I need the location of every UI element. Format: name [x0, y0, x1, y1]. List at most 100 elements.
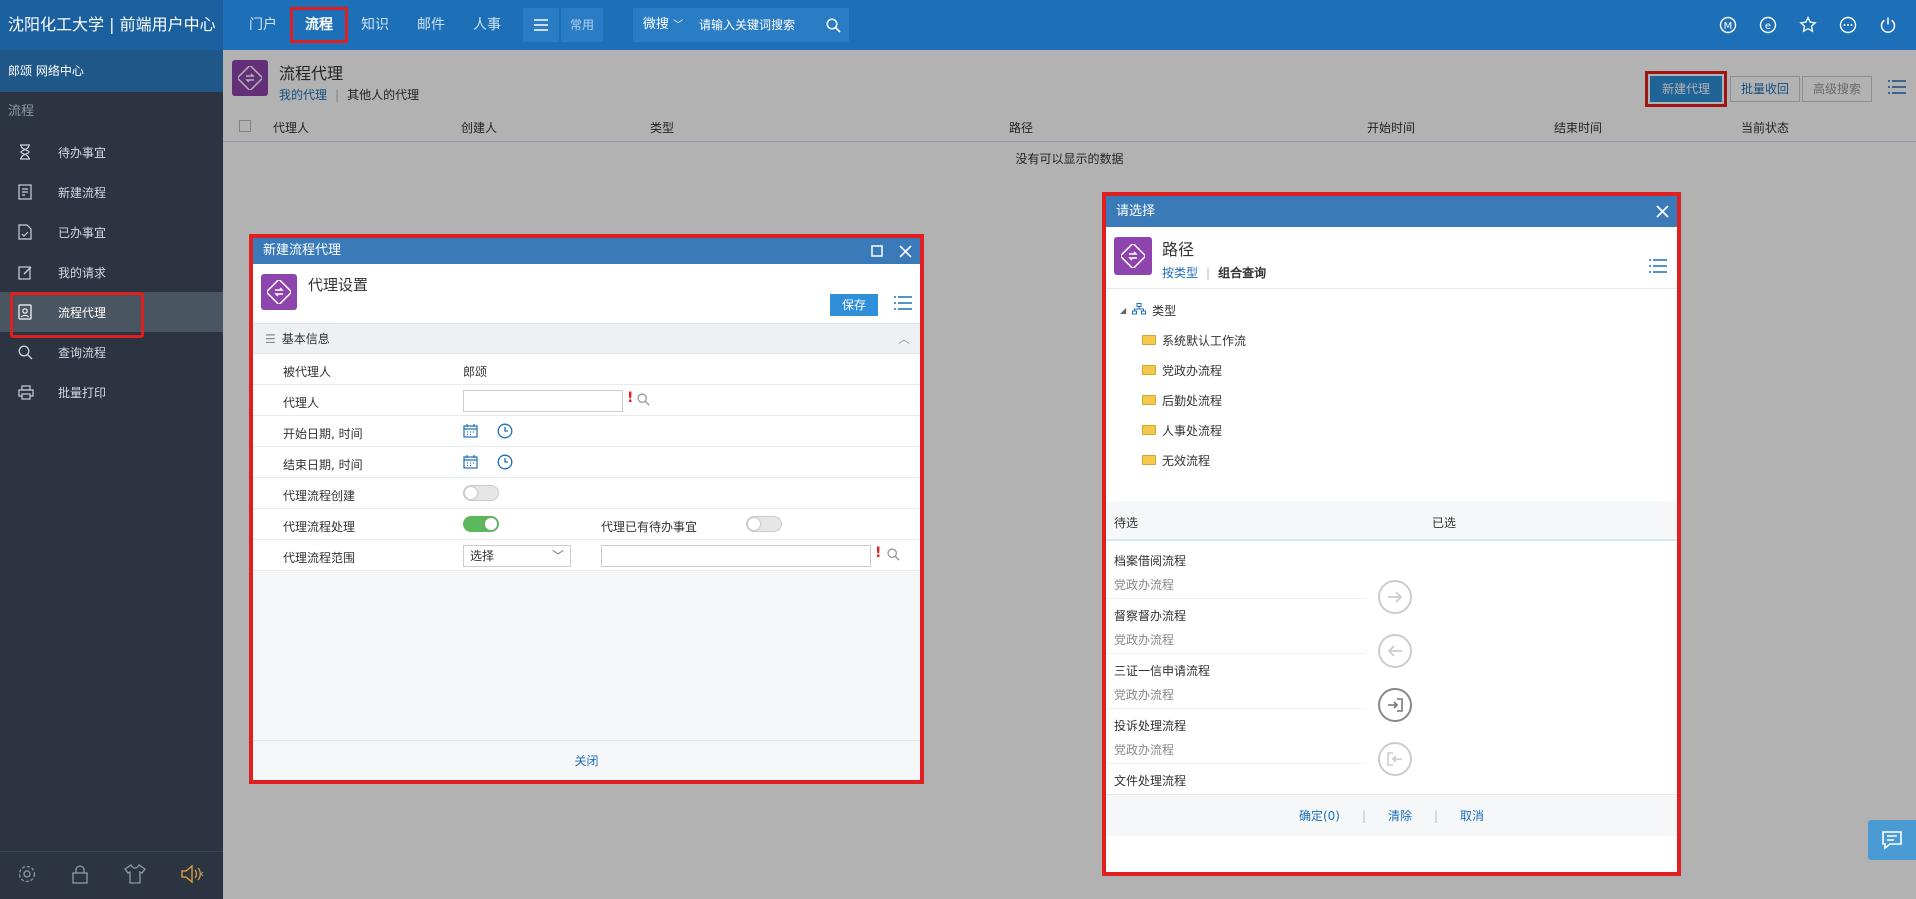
- search-icon[interactable]: [887, 548, 900, 564]
- proxy-icon: [18, 304, 40, 320]
- maximize-icon[interactable]: [864, 238, 890, 264]
- new-proxy-dialog: 新建流程代理 代理设置 保存 ☰ 基本信息 ︿ 被代理人 郎颂 代理人 ! 开始日…: [249, 234, 924, 784]
- shirt-icon[interactable]: [123, 863, 146, 888]
- calendar-icon[interactable]: [463, 424, 478, 441]
- search-button[interactable]: [817, 8, 849, 42]
- sidebar-item-label: 新建流程: [58, 185, 107, 200]
- triangle-down-icon[interactable]: ◢: [1120, 306, 1126, 315]
- folder-icon: [1142, 365, 1156, 375]
- more-icon[interactable]: [1828, 0, 1868, 50]
- handle-toggle[interactable]: [463, 516, 499, 532]
- create-toggle[interactable]: [463, 485, 499, 501]
- tree-node-label: 党政办流程: [1162, 363, 1223, 378]
- nav-workflow[interactable]: 流程: [290, 7, 348, 43]
- search-scope-select[interactable]: 微搜 ﹀: [633, 8, 693, 42]
- tab-combined-query[interactable]: 组合查询: [1218, 266, 1266, 280]
- scope-input[interactable]: [601, 545, 871, 567]
- field-label: 代理流程创建: [283, 489, 356, 503]
- gear-icon[interactable]: [17, 864, 37, 888]
- tab-by-type[interactable]: 按类型: [1162, 266, 1198, 280]
- tree-node[interactable]: 系统默认工作流: [1106, 325, 1677, 355]
- nav-knowledge[interactable]: 知识: [347, 8, 403, 42]
- power-icon[interactable]: [1868, 0, 1908, 50]
- clear-button[interactable]: 清除: [1388, 807, 1412, 824]
- arrow-left-icon[interactable]: [1378, 634, 1412, 668]
- e-circle-icon[interactable]: e: [1748, 0, 1788, 50]
- arrow-right-icon[interactable]: [1378, 580, 1412, 614]
- tree-node[interactable]: 人事处流程: [1106, 415, 1677, 445]
- sidebar-item-query-flow[interactable]: 查询流程: [0, 332, 223, 372]
- dialog-footer: 确定(0) | 清除 | 取消: [1106, 794, 1677, 836]
- list-item[interactable]: 三证一信申请流程 党政办流程: [1106, 654, 1366, 709]
- close-icon[interactable]: [892, 238, 918, 264]
- sidebar-item-todo[interactable]: 待办事宜: [0, 132, 223, 172]
- m-circle-icon[interactable]: M: [1708, 0, 1748, 50]
- tree-root-label: 类型: [1152, 303, 1177, 318]
- list-item[interactable]: 投诉处理流程 党政办流程: [1106, 709, 1366, 764]
- common-button[interactable]: 常用: [561, 8, 603, 42]
- search-icon: [18, 345, 40, 360]
- chat-button[interactable]: [1868, 820, 1916, 860]
- search-scope-label: 微搜: [642, 17, 669, 32]
- clock-icon[interactable]: [497, 454, 513, 473]
- star-icon[interactable]: [1788, 0, 1828, 50]
- printer-icon: [18, 384, 40, 400]
- tree-node[interactable]: 后勤处流程: [1106, 385, 1677, 415]
- list-menu-icon[interactable]: [894, 296, 912, 314]
- sidebar-item-batch-print[interactable]: 批量打印: [0, 372, 223, 412]
- item-name: 文件处理流程: [1114, 774, 1187, 788]
- menu-icon[interactable]: [523, 8, 559, 42]
- move-all-left-icon[interactable]: [1378, 742, 1412, 776]
- sidebar-item-flow-proxy[interactable]: 流程代理: [0, 292, 223, 338]
- tree-root[interactable]: ◢ 类型: [1106, 295, 1677, 325]
- calendar-icon[interactable]: [463, 455, 478, 472]
- item-name: 三证一信申请流程: [1114, 664, 1211, 678]
- done-doc-icon: [18, 224, 40, 240]
- pending-toggle[interactable]: [746, 516, 782, 532]
- svg-text:e: e: [1765, 21, 1771, 32]
- sidebar-item-new-flow[interactable]: 新建流程: [0, 172, 223, 212]
- select-path-dialog: 请选择 路径 按类型 | 组合查询 ◢ 类型 系统默认工作流 党政办流程 后勤处流程…: [1102, 192, 1681, 876]
- dialog-title: 请选择: [1116, 204, 1156, 219]
- field-row-scope: 代理流程范围 选择 ﹀ !: [253, 540, 920, 571]
- nav-mail[interactable]: 邮件: [403, 8, 459, 42]
- search-input[interactable]: [693, 8, 817, 42]
- tree-node[interactable]: 无效流程: [1106, 445, 1677, 475]
- principal-value: 郎颂: [463, 365, 488, 379]
- dialog-titlebar: 请选择: [1106, 196, 1677, 227]
- close-button[interactable]: 关闭: [253, 740, 920, 780]
- save-button[interactable]: 保存: [829, 294, 878, 316]
- pending-list[interactable]: 档案借阅流程 党政办流程 督察督办流程 党政办流程 三证一信申请流程 党政办流程 投诉…: [1106, 544, 1366, 788]
- list-menu-icon[interactable]: [1649, 259, 1667, 277]
- folder-icon: [1142, 335, 1156, 345]
- list-item[interactable]: 档案借阅流程 党政办流程: [1106, 544, 1366, 599]
- agent-input[interactable]: [463, 390, 623, 412]
- field-row-principal: 被代理人 郎颂: [253, 354, 920, 385]
- sidebar-item-my-requests[interactable]: 我的请求: [0, 252, 223, 292]
- dialog-subtitle: 代理设置: [308, 276, 369, 294]
- close-icon[interactable]: [1649, 196, 1675, 227]
- clock-icon[interactable]: [497, 423, 513, 442]
- field-row-agent: 代理人 !: [253, 385, 920, 416]
- cancel-button[interactable]: 取消: [1460, 807, 1484, 824]
- section-header-basic-info[interactable]: ☰ 基本信息 ︿: [253, 324, 920, 354]
- scope-select[interactable]: 选择 ﹀: [463, 545, 571, 567]
- speaker-icon[interactable]: [180, 864, 206, 888]
- list-item[interactable]: 督察督办流程 党政办流程: [1106, 599, 1366, 654]
- item-category: 党政办流程: [1114, 578, 1175, 592]
- nav-hr[interactable]: 人事: [459, 8, 515, 42]
- move-all-right-icon[interactable]: [1378, 688, 1412, 722]
- top-icons: M e: [1708, 0, 1908, 50]
- sidebar-item-done[interactable]: 已办事宜: [0, 212, 223, 252]
- sidebar-item-label: 已办事宜: [58, 225, 107, 240]
- item-name: 投诉处理流程: [1114, 719, 1187, 733]
- search-icon[interactable]: [637, 393, 650, 409]
- lock-icon[interactable]: [71, 864, 89, 888]
- field-label: 代理已有待办事宜: [601, 520, 698, 534]
- tree-node[interactable]: 党政办流程: [1106, 355, 1677, 385]
- new-doc-icon: [18, 184, 40, 200]
- dialog-header: 代理设置 保存: [253, 264, 920, 324]
- nav-portal[interactable]: 门户: [235, 8, 291, 42]
- list-item[interactable]: 文件处理流程: [1106, 764, 1366, 788]
- confirm-button[interactable]: 确定(0): [1299, 807, 1340, 824]
